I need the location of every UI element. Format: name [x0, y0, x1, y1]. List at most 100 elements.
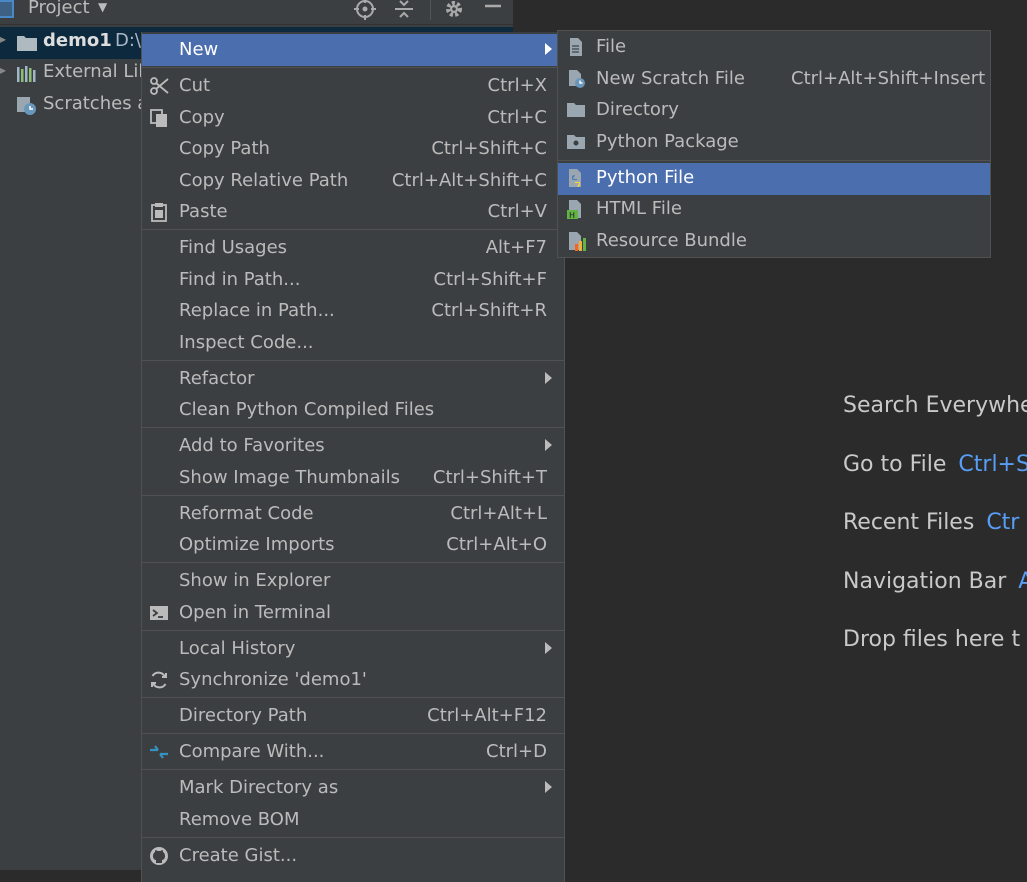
menu-item-copy-relative-path[interactable]: Copy Relative Path Ctrl+Alt+Shift+C	[142, 165, 564, 197]
menu-item-label: Reformat Code	[179, 503, 314, 524]
menu-item-new[interactable]: New	[142, 34, 564, 66]
menu-item-label: Replace in Path...	[179, 300, 335, 321]
file-icon	[570, 38, 582, 56]
folder-icon	[17, 36, 37, 51]
hint-label: Recent Files	[843, 510, 975, 535]
folder-icon	[567, 103, 585, 117]
menu-separator	[142, 697, 564, 698]
submenu-item-label: Resource Bundle	[596, 230, 747, 251]
menu-item-reformat-code[interactable]: Reformat Code Ctrl+Alt+L	[142, 498, 564, 530]
project-header: Project ▼	[0, 0, 513, 25]
menu-item-remove-bom[interactable]: Remove BOM	[142, 804, 564, 836]
hint-label: Go to File	[843, 452, 947, 477]
menu-separator	[142, 562, 564, 563]
menu-item-synchronize[interactable]: Synchronize 'demo1'	[142, 664, 564, 696]
menu-separator	[142, 733, 564, 734]
menu-item-label: Open in Terminal	[179, 602, 331, 623]
menu-item-open-in-terminal[interactable]: Open in Terminal	[142, 597, 564, 629]
menu-separator	[142, 837, 564, 838]
menu-item-label: Local History	[179, 638, 296, 659]
menu-item-paste[interactable]: Paste Ctrl+V	[142, 196, 564, 228]
hint-label: Search Everywhe	[843, 393, 1027, 418]
minimize-icon[interactable]	[482, 0, 504, 20]
menu-item-copy-path[interactable]: Copy Path Ctrl+Shift+C	[142, 133, 564, 165]
menu-item-refactor[interactable]: Refactor	[142, 363, 564, 395]
submenu-item-label: Python Package	[596, 131, 739, 152]
chevron-right-icon[interactable]: ▸	[0, 32, 6, 46]
submenu-arrow-icon	[545, 642, 552, 654]
menu-item-directory-path[interactable]: Directory Path Ctrl+Alt+F12	[142, 700, 564, 732]
submenu-new: File New Scratch File Ctrl+Alt+Shift+Ins…	[557, 30, 991, 258]
menu-item-create-gist[interactable]: Create Gist...	[142, 840, 564, 872]
menu-item-show-in-explorer[interactable]: Show in Explorer	[142, 565, 564, 597]
menu-item-label: Optimize Imports	[179, 534, 335, 555]
menu-item-show-image-thumbnails[interactable]: Show Image Thumbnails Ctrl+Shift+T	[142, 462, 564, 494]
menu-item-label: Paste	[179, 201, 228, 222]
menu-item-label: Refactor	[179, 368, 255, 389]
menu-item-optimize-imports[interactable]: Optimize Imports Ctrl+Alt+O	[142, 529, 564, 561]
menu-item-label: Create Gist...	[179, 845, 298, 866]
menu-item-shortcut: Ctrl+Alt+F12	[427, 705, 547, 726]
menu-item-inspect-code[interactable]: Inspect Code...	[142, 327, 564, 359]
html-file-icon: H	[567, 200, 581, 219]
hint-shortcut: A	[1018, 569, 1027, 594]
menu-item-cut[interactable]: Cut Ctrl+X	[142, 70, 564, 102]
terminal-icon	[150, 606, 168, 620]
menu-item-shortcut: Ctrl+Alt+Shift+C	[391, 170, 547, 191]
menu-item-find-usages[interactable]: Find Usages Alt+F7	[142, 232, 564, 264]
hint-label: Drop files here t	[843, 627, 1021, 652]
menu-item-shortcut: Ctrl+Alt+L	[450, 503, 547, 524]
tree-item-label: demo1	[43, 30, 112, 51]
menu-item-shortcut: Ctrl+C	[487, 107, 547, 128]
menu-item-replace-in-path[interactable]: Replace in Path... Ctrl+Shift+R	[142, 295, 564, 327]
submenu-item-python-file[interactable]: Python File	[558, 163, 990, 195]
menu-item-label: Copy Relative Path	[179, 170, 349, 191]
project-title[interactable]: Project	[28, 0, 90, 18]
menu-item-shortcut: Ctrl+D	[486, 741, 547, 762]
menu-item-label: Find in Path...	[179, 269, 301, 290]
chevron-right-icon[interactable]: ▸	[0, 63, 6, 77]
submenu-item-label: File	[596, 36, 627, 57]
menu-item-mark-directory-as[interactable]: Mark Directory as	[142, 772, 564, 804]
hint-navigation-bar: Navigation Bar A	[843, 569, 1027, 594]
menu-item-label: Add to Favorites	[179, 435, 325, 456]
menu-item-shortcut: Ctrl+Alt+O	[446, 534, 547, 555]
menu-item-label: New	[179, 39, 219, 60]
submenu-item-python-package[interactable]: Python Package	[558, 127, 990, 159]
gear-icon[interactable]	[443, 0, 465, 20]
tree-item-label: Scratches a	[43, 93, 149, 114]
submenu-item-directory[interactable]: Directory	[558, 95, 990, 127]
resource-bundle-icon	[569, 232, 586, 251]
collapse-all-icon[interactable]	[393, 0, 415, 20]
menu-item-label: Compare With...	[179, 741, 325, 762]
submenu-item-file[interactable]: File	[558, 32, 990, 64]
menu-item-add-to-favorites[interactable]: Add to Favorites	[142, 430, 564, 462]
hint-recent-files: Recent Files Ctr	[843, 510, 1019, 535]
sync-icon	[151, 671, 167, 689]
menu-item-label: Cut	[179, 75, 211, 96]
menu-item-local-history[interactable]: Local History	[142, 633, 564, 665]
submenu-arrow-icon	[545, 372, 552, 384]
submenu-separator	[558, 160, 990, 161]
menu-separator	[142, 769, 564, 770]
menu-separator	[142, 229, 564, 230]
locate-icon[interactable]	[354, 0, 376, 20]
menu-item-label: Inspect Code...	[179, 332, 314, 353]
submenu-arrow-icon	[545, 781, 552, 793]
submenu-item-new-scratch-file[interactable]: New Scratch File Ctrl+Alt+Shift+Insert	[558, 64, 990, 96]
menu-item-label: Copy	[179, 107, 225, 128]
hint-go-to-file: Go to File Ctrl+S	[843, 452, 1027, 477]
menu-item-copy[interactable]: Copy Ctrl+C	[142, 102, 564, 134]
menu-separator	[142, 67, 564, 68]
hint-shortcut: Ctr	[986, 510, 1020, 535]
menu-item-compare-with[interactable]: Compare With... Ctrl+D	[142, 736, 564, 768]
menu-item-label: Find Usages	[179, 237, 288, 258]
menu-item-label: Copy Path	[179, 138, 270, 159]
menu-item-clean-python-compiled[interactable]: Clean Python Compiled Files	[142, 394, 564, 426]
menu-item-label: Mark Directory as	[179, 777, 339, 798]
chevron-down-icon[interactable]: ▼	[98, 0, 107, 14]
submenu-item-html-file[interactable]: H HTML File	[558, 194, 990, 226]
menu-item-find-in-path[interactable]: Find in Path... Ctrl+Shift+F	[142, 264, 564, 296]
submenu-arrow-icon	[545, 439, 552, 451]
submenu-item-resource-bundle[interactable]: Resource Bundle	[558, 226, 990, 258]
